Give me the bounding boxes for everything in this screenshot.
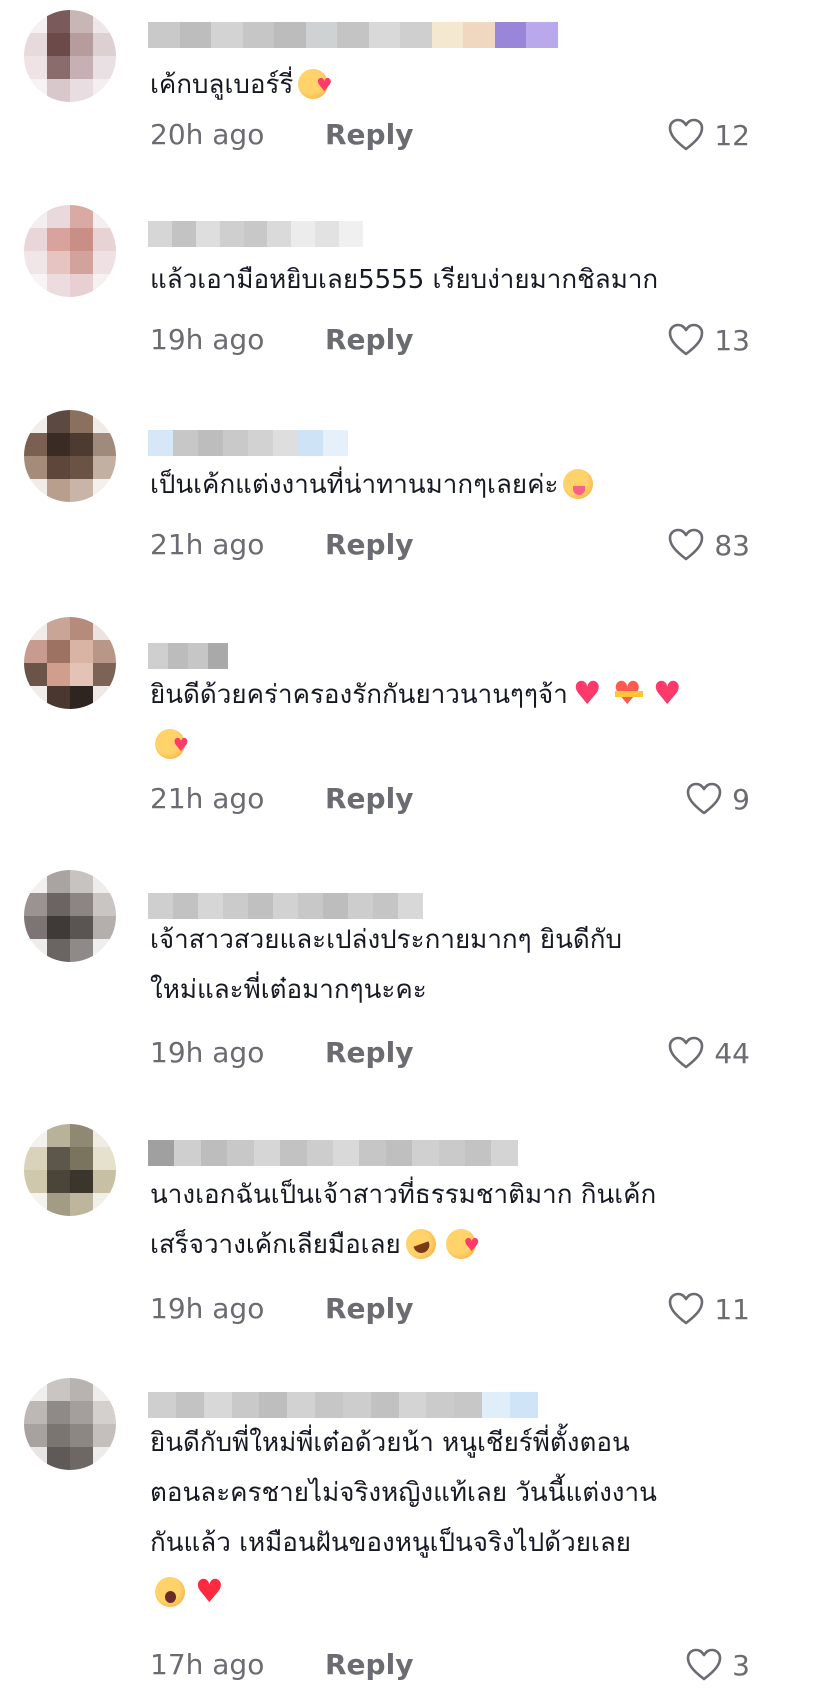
username-pixelated[interactable] (148, 1392, 538, 1418)
comment-text-line: นางเอกฉันเป็นเจ้าสาวที่ธรรมชาติมาก กินเค… (150, 1170, 656, 1220)
avatar[interactable] (24, 1124, 116, 1216)
like-count: 9 (732, 782, 750, 816)
like-count: 13 (714, 323, 750, 357)
sparkling-heart-icon (653, 673, 683, 713)
comment-text-line: เค้กบลูเบอร์รี่ (150, 60, 333, 111)
comment-text: เสร็จวางเค้กเลียมือเลย (150, 1230, 401, 1260)
reply-button[interactable]: Reply (325, 1648, 413, 1681)
heart-outline-icon[interactable] (686, 782, 722, 816)
comment-text-line: ยินดีด้วยคร่าครองรักกันยาวนานๆๆจ้า (150, 670, 688, 720)
reply-button[interactable]: Reply (325, 782, 413, 815)
avatar[interactable] (24, 1378, 116, 1470)
timestamp: 19h ago (150, 1292, 265, 1325)
comment-text-line: ตอนละครชายไม่จริงหญิงแท้เลย วันนี้แต่งงา… (150, 1468, 657, 1518)
comment-text: ยินดีด้วยคร่าครองรักกันยาวนานๆๆจ้า (150, 680, 568, 710)
comment-text-line: กันแล้ว เหมือนฝันของหนูเป็นจริงไปด้วยเลย (150, 1518, 631, 1568)
comment-text-line: เจ้าสาวสวยและเปล่งประกายมากๆ ยินดีกับ (150, 915, 622, 965)
comment-text: เจ้าสาวสวยและเปล่งประกายมากๆ ยินดีกับ (150, 925, 623, 955)
username-pixelated[interactable] (148, 221, 363, 247)
comment-text-line: แล้วเอามือหยิบเลย5555 เรียบง่ายมากชิลมาก (150, 255, 658, 305)
comment-text-line: เสร็จวางเค้กเลียมือเลย (150, 1220, 481, 1271)
timestamp: 21h ago (150, 528, 265, 561)
red-heart-icon (195, 1571, 225, 1611)
comment-meta: 21h ago Reply 9 (150, 782, 750, 822)
like-button[interactable]: 44 (668, 1036, 750, 1070)
comment-text-line: เป็นเค้กแต่งงานที่น่าทานมากๆเลยค่ะ (150, 460, 598, 510)
timestamp: 21h ago (150, 782, 265, 815)
reply-button[interactable]: Reply (325, 323, 413, 356)
avatar[interactable] (24, 617, 116, 709)
avatar[interactable] (24, 10, 116, 102)
comment-meta: 19h ago Reply 13 (150, 323, 750, 363)
face-savoring-food-icon (563, 469, 594, 499)
heart-outline-icon[interactable] (668, 323, 704, 357)
comment-text: กันแล้ว เหมือนฝันของหนูเป็นจริงไปด้วยเลย (150, 1528, 632, 1558)
timestamp: 20h ago (150, 118, 265, 151)
comment-meta: 19h ago Reply 44 (150, 1036, 750, 1076)
sparkling-heart-icon (573, 673, 603, 713)
like-button[interactable]: 83 (668, 528, 750, 562)
comment-text-line (150, 720, 190, 771)
comment-text-line (150, 1568, 230, 1618)
timestamp: 17h ago (150, 1648, 265, 1681)
like-button[interactable]: 12 (668, 118, 750, 152)
avatar[interactable] (24, 205, 116, 297)
username-pixelated[interactable] (148, 430, 348, 456)
heart-outline-icon[interactable] (668, 118, 704, 152)
comment-meta: 21h ago Reply 83 (150, 528, 750, 568)
like-count: 83 (714, 528, 750, 562)
reply-button[interactable]: Reply (325, 118, 413, 151)
comment-text: ใหม่และพี่เต๋อมากๆนะคะ (150, 975, 427, 1005)
comment-text: แล้วเอามือหยิบเลย5555 เรียบง่ายมากชิลมาก (150, 265, 659, 295)
loudly-crying-icon (155, 1577, 185, 1607)
reply-button[interactable]: Reply (325, 528, 413, 561)
username-pixelated[interactable] (148, 22, 558, 48)
username-pixelated[interactable] (148, 643, 228, 669)
heart-with-ribbon-icon (613, 673, 643, 713)
like-button[interactable]: 3 (686, 1648, 750, 1682)
smiling-face-with-hearts-icon (298, 61, 332, 111)
like-count: 3 (732, 1648, 750, 1682)
comment-meta: 20h ago Reply 12 (150, 118, 750, 158)
avatar[interactable] (24, 410, 116, 502)
like-button[interactable]: 9 (686, 782, 750, 816)
comment-meta: 17h ago Reply 3 (150, 1648, 750, 1688)
avatar[interactable] (24, 870, 116, 962)
rolling-laughing-icon (401, 1224, 440, 1264)
like-button[interactable]: 13 (668, 323, 750, 357)
smiling-face-with-hearts-icon (155, 721, 189, 771)
username-pixelated[interactable] (148, 1140, 518, 1166)
comment-text: เค้กบลูเบอร์รี่ (150, 70, 294, 100)
heart-outline-icon[interactable] (668, 528, 704, 562)
timestamp: 19h ago (150, 1036, 265, 1069)
reply-button[interactable]: Reply (325, 1036, 413, 1069)
heart-outline-icon[interactable] (668, 1036, 704, 1070)
like-button[interactable]: 11 (668, 1292, 750, 1326)
smiling-face-with-hearts-icon (445, 1221, 480, 1271)
like-count: 44 (714, 1036, 750, 1070)
heart-outline-icon[interactable] (668, 1292, 704, 1326)
comment-text: ตอนละครชายไม่จริงหญิงแท้เลย วันนี้แต่งงา… (150, 1478, 657, 1508)
timestamp: 19h ago (150, 323, 265, 356)
heart-outline-icon[interactable] (686, 1648, 722, 1682)
comment-text-line: ยินดีกับพี่ใหม่พี่เต๋อด้วยน้า หนูเชียร์พ… (150, 1418, 630, 1468)
comment-text-line: ใหม่และพี่เต๋อมากๆนะคะ (150, 965, 427, 1015)
comment-meta: 19h ago Reply 11 (150, 1292, 750, 1332)
like-count: 12 (714, 118, 750, 152)
comment-text: ยินดีกับพี่ใหม่พี่เต๋อด้วยน้า หนูเชียร์พ… (150, 1428, 630, 1458)
comment-text: นางเอกฉันเป็นเจ้าสาวที่ธรรมชาติมาก กินเค… (150, 1180, 657, 1210)
reply-button[interactable]: Reply (325, 1292, 413, 1325)
like-count: 11 (714, 1292, 750, 1326)
comment-text: เป็นเค้กแต่งงานที่น่าทานมากๆเลยค่ะ (150, 470, 559, 500)
